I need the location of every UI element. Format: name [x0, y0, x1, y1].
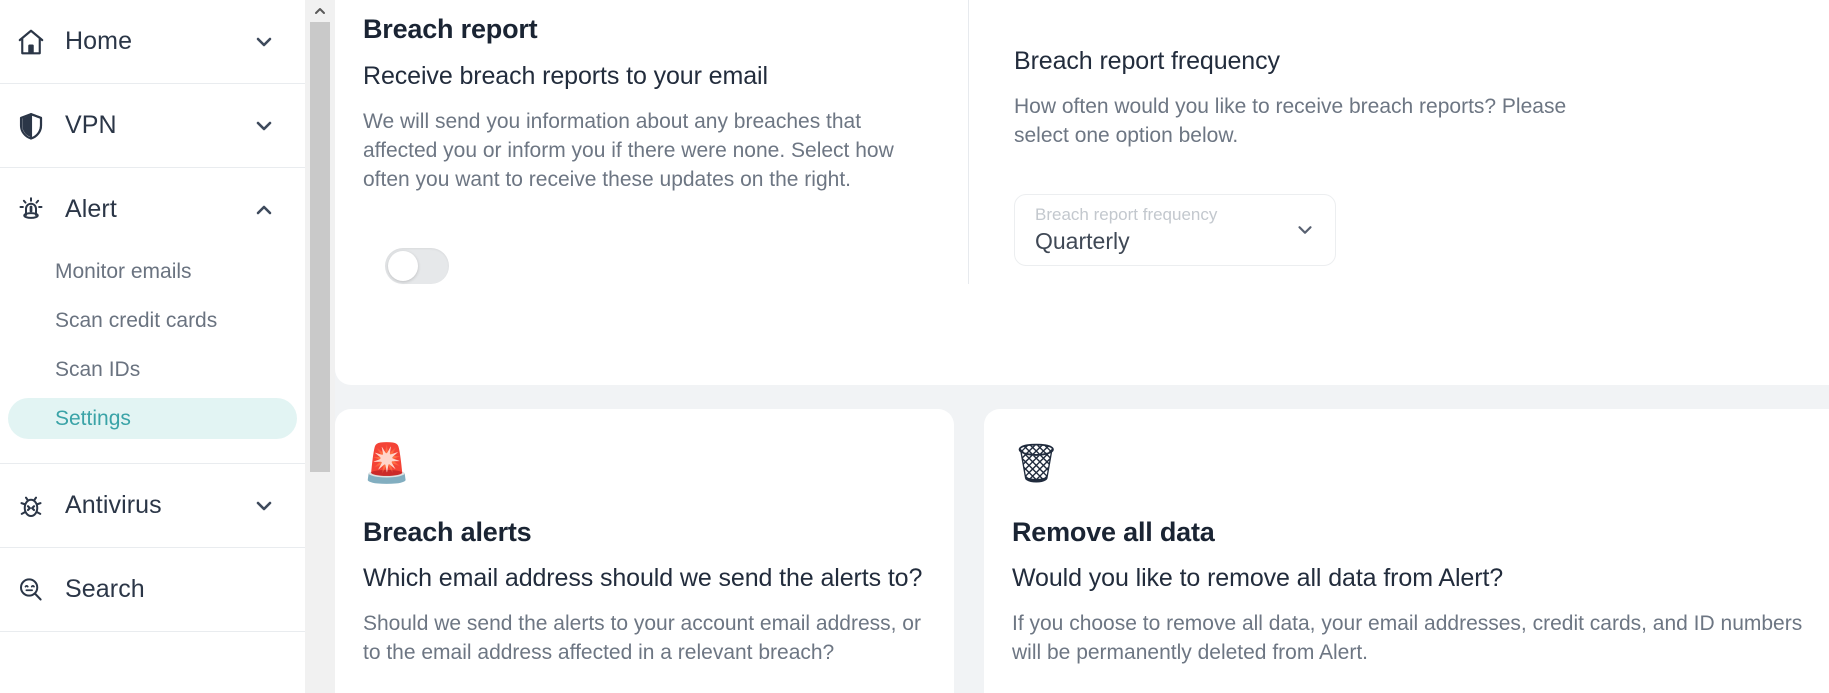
sidebar-item-settings[interactable]: Settings — [8, 398, 297, 439]
breach-report-toggle[interactable] — [385, 248, 449, 284]
breach-alerts-description: Should we send the alerts to your accoun… — [363, 612, 921, 664]
sidebar-group-antivirus: Antivirus — [0, 464, 305, 548]
breach-frequency-select[interactable]: Breach report frequency Quarterly — [1014, 194, 1336, 266]
breach-report-subtitle: Receive breach reports to your email — [363, 62, 768, 90]
home-icon — [10, 27, 52, 57]
sidebar-item-search[interactable]: Search — [0, 548, 305, 631]
sidebar-subitem-label: Scan credit cards — [55, 308, 218, 332]
sidebar-subitem-label: Scan IDs — [55, 357, 141, 381]
breach-report-frequency-column: Breach report frequency How often would … — [968, 0, 1829, 284]
chevron-up-icon[interactable] — [305, 0, 335, 22]
chevron-down-icon[interactable] — [1293, 219, 1317, 241]
sidebar-subitems-alert: Monitor emails Scan credit cards Scan ID… — [0, 251, 305, 463]
sidebar-subitem-label: Monitor emails — [55, 259, 192, 283]
chevron-down-icon[interactable] — [251, 30, 277, 54]
sidebar-item-monitor-emails[interactable]: Monitor emails — [8, 251, 297, 292]
remove-all-data-card[interactable]: 🗑 Remove all data Would you like to remo… — [984, 409, 1829, 693]
sidebar-group-alert: Alert Monitor emails Scan credit cards S… — [0, 168, 305, 464]
sidebar-scrollbar[interactable] — [305, 0, 335, 693]
page-title: Breach report — [363, 14, 538, 44]
sidebar-item-vpn[interactable]: VPN — [0, 84, 305, 167]
sidebar-item-scan-credit-cards[interactable]: Scan credit cards — [8, 300, 297, 341]
sidebar-group-home: Home — [0, 0, 305, 84]
remove-all-data-subtitle: Would you like to remove all data from A… — [1012, 564, 1504, 592]
sidebar-group-search: Search — [0, 548, 305, 632]
breach-frequency-select-label: Breach report frequency — [1035, 204, 1218, 224]
sidebar-item-label: Home — [65, 27, 133, 55]
toggle-knob — [388, 251, 418, 281]
chevron-up-icon[interactable] — [251, 198, 277, 222]
sidebar-item-label: Alert — [65, 195, 117, 223]
sidebar-item-antivirus[interactable]: Antivirus — [0, 464, 305, 547]
breach-frequency-description: How often would you like to receive brea… — [1014, 95, 1567, 147]
settings-cards-row: 🚨 Breach alerts Which email address shou… — [335, 409, 1829, 693]
sidebar-subitem-label: Settings — [55, 406, 131, 430]
breach-alerts-subtitle: Which email address should we send the a… — [363, 564, 923, 592]
chevron-down-icon[interactable] — [251, 494, 277, 518]
breach-frequency-select-value: Quarterly — [1035, 227, 1130, 254]
sidebar-item-scan-ids[interactable]: Scan IDs — [8, 349, 297, 390]
bug-icon — [10, 491, 52, 521]
sidebar-group-vpn: VPN — [0, 84, 305, 168]
trash-icon: 🗑 — [1012, 443, 1061, 485]
breach-report-card: Breach report Receive breach reports to … — [335, 0, 1829, 385]
breach-alerts-card[interactable]: 🚨 Breach alerts Which email address shou… — [335, 409, 954, 693]
remove-all-data-title: Remove all data — [1012, 517, 1215, 547]
sidebar-item-label: VPN — [65, 111, 117, 139]
sidebar-item-label: Antivirus — [65, 491, 162, 519]
sidebar-item-alert[interactable]: Alert — [0, 168, 305, 251]
sidebar-item-home[interactable]: Home — [0, 0, 305, 83]
sidebar: Home VPN Alert Monitor emails Scan credi… — [0, 0, 305, 693]
shield-icon — [10, 111, 52, 141]
breach-report-description: We will send you information about any b… — [363, 110, 894, 191]
breach-frequency-subtitle: Breach report frequency — [1014, 47, 1280, 75]
sidebar-item-label: Search — [65, 575, 145, 603]
breach-alerts-title: Breach alerts — [363, 517, 532, 547]
remove-all-data-description: If you choose to remove all data, your e… — [1012, 612, 1803, 664]
scrollbar-thumb[interactable] — [310, 22, 330, 472]
alert-siren-icon — [10, 195, 52, 225]
app-root: Home VPN Alert Monitor emails Scan credi… — [0, 0, 1829, 693]
search-icon — [10, 575, 52, 605]
main-content: Breach report Receive breach reports to … — [305, 0, 1829, 693]
breach-report-left-column: Breach report Receive breach reports to … — [335, 0, 968, 284]
chevron-down-icon[interactable] — [251, 114, 277, 138]
police-siren-icon: 🚨 — [363, 443, 411, 485]
